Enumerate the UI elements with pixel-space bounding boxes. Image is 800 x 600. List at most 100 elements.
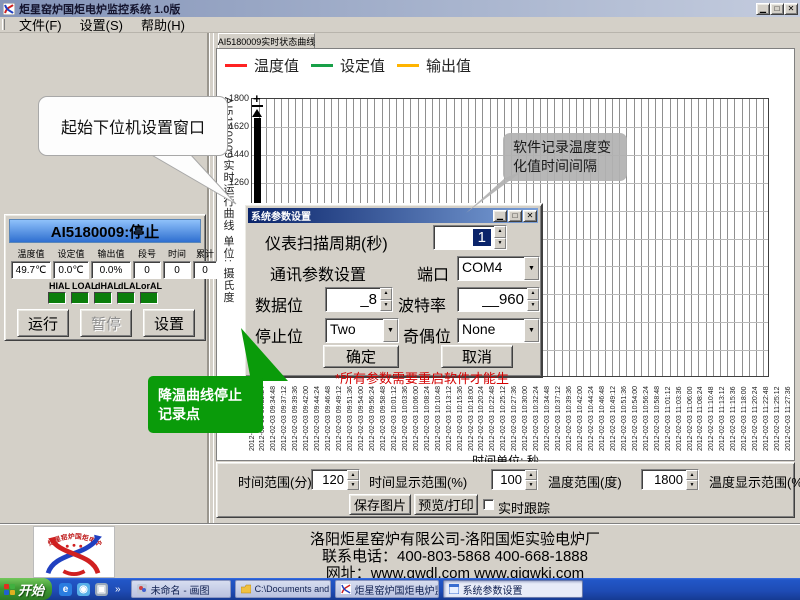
spin-up-icon[interactable]: ▲ bbox=[525, 470, 537, 480]
quick-launch-icon[interactable]: ▣ bbox=[95, 582, 108, 596]
x-tick-label: 2012-02-03 11:06:00 bbox=[686, 386, 694, 451]
preview-print-button[interactable]: 预览/打印 bbox=[414, 494, 478, 515]
field-value: 0 bbox=[193, 261, 217, 279]
menu-settings[interactable]: 设置(S) bbox=[71, 15, 132, 34]
x-tick-label: 2012-02-03 10:42:00 bbox=[577, 386, 584, 451]
y-slider-arrow-icon[interactable] bbox=[252, 109, 262, 117]
spin-down-icon[interactable]: ▼ bbox=[347, 480, 359, 490]
maximize-icon[interactable]: □ bbox=[508, 209, 522, 222]
taskbar-item-system-params[interactable]: 系统参数设置 bbox=[442, 580, 583, 598]
databits-spinner[interactable]: _8 ▲ ▼ bbox=[325, 287, 393, 312]
realtime-track-checkbox[interactable] bbox=[483, 499, 494, 510]
device-field: 输出值 0.0% bbox=[91, 247, 131, 279]
indicator-lamp bbox=[140, 292, 158, 304]
x-tick-label: 2012-02-03 09:58:48 bbox=[379, 386, 387, 451]
spin-up-icon[interactable]: ▲ bbox=[494, 226, 506, 238]
baud-label: 波特率 bbox=[398, 298, 447, 315]
close-icon[interactable]: ✕ bbox=[523, 209, 537, 222]
close-button[interactable]: ✕ bbox=[784, 2, 798, 15]
time-range-spinner[interactable]: 120 ▲ ▼ bbox=[311, 469, 360, 490]
quick-launch-icon[interactable]: ◉ bbox=[77, 582, 90, 596]
spin-up-icon[interactable]: ▲ bbox=[347, 470, 359, 480]
chevron-down-icon[interactable]: ▼ bbox=[524, 257, 539, 280]
baud-spinner[interactable]: __960 ▲ ▼ bbox=[457, 287, 540, 312]
gridline bbox=[252, 126, 768, 128]
y-zoom-plus-icon[interactable]: + bbox=[253, 91, 261, 106]
scan-period-label: 仪表扫描周期(秒) bbox=[265, 236, 388, 253]
databits-label: 数据位 bbox=[255, 298, 304, 315]
temp-display-label: 温度显示范围(% bbox=[709, 475, 800, 490]
minimize-button[interactable]: ▁ bbox=[756, 2, 770, 15]
menu-help[interactable]: 帮助(H) bbox=[132, 15, 194, 34]
window-icon bbox=[448, 584, 459, 594]
temp-range-spinner[interactable]: 1800 ▲ ▼ bbox=[641, 469, 699, 490]
run-button[interactable]: 运行 bbox=[17, 309, 69, 337]
taskbar-item-paint[interactable]: 未命名 - 画图 bbox=[130, 580, 231, 598]
spin-up-icon[interactable]: ▲ bbox=[686, 470, 698, 480]
parity-combobox[interactable]: None ▼ bbox=[457, 318, 540, 343]
setup-button[interactable]: 设置 bbox=[143, 309, 195, 337]
x-tick-label: 2012-02-03 11:25:12 bbox=[774, 386, 782, 451]
spin-down-icon[interactable]: ▼ bbox=[380, 299, 392, 311]
pause-button[interactable]: 暂停 bbox=[80, 309, 132, 337]
indicator-label: LOAL bbox=[72, 281, 97, 291]
indicator-label: orAL bbox=[141, 281, 162, 291]
chevron-down-icon[interactable]: ▼ bbox=[383, 319, 398, 342]
x-tick-label: 2012-02-03 10:54:00 bbox=[631, 386, 639, 451]
menu-file[interactable]: 文件(F) bbox=[10, 15, 71, 34]
gridline bbox=[640, 99, 642, 376]
maximize-button[interactable]: □ bbox=[770, 2, 784, 15]
legend-item-output: 输出值 bbox=[397, 55, 471, 76]
field-value: 0 bbox=[163, 261, 191, 279]
x-tick-label: 2012-02-03 10:01:12 bbox=[390, 386, 398, 451]
ok-button[interactable]: 确定 bbox=[323, 345, 399, 368]
spin-down-icon[interactable]: ▼ bbox=[686, 480, 698, 490]
gridline bbox=[720, 99, 721, 376]
x-tick-label: 2012-02-03 09:44:24 bbox=[314, 386, 322, 451]
gridline bbox=[756, 99, 757, 376]
x-tick-label: 2012-02-03 09:34:48 bbox=[270, 386, 278, 451]
internet-explorer-icon[interactable]: e bbox=[59, 582, 72, 596]
spin-up-icon[interactable]: ▲ bbox=[380, 288, 392, 300]
stopbits-combobox[interactable]: Two ▼ bbox=[325, 318, 399, 343]
spin-down-icon[interactable]: ▼ bbox=[525, 480, 537, 490]
x-tick-label: 2012-02-03 10:56:24 bbox=[642, 386, 650, 451]
scan-period-spinner[interactable]: 1 ▲ ▼ bbox=[433, 225, 507, 250]
x-tick-label: 2012-02-03 10:32:24 bbox=[533, 386, 541, 451]
x-tick-label: 2012-02-03 11:10:48 bbox=[708, 386, 716, 451]
y-scrollbar-thumb[interactable] bbox=[254, 118, 261, 204]
spin-up-icon[interactable]: ▲ bbox=[527, 288, 539, 300]
x-tick-label: 2012-02-03 10:18:00 bbox=[467, 386, 475, 451]
time-display-spinner[interactable]: 100 ▲ ▼ bbox=[491, 469, 538, 490]
menubar: 文件(F) 设置(S) 帮助(H) bbox=[0, 17, 800, 33]
comm-section-label: 通讯参数设置 bbox=[270, 267, 367, 284]
temperature-series-swatch bbox=[225, 64, 247, 67]
time-range-label: 时间范围(分) bbox=[238, 475, 312, 490]
x-tick-label: 2012-02-03 10:20:24 bbox=[478, 386, 486, 451]
minimize-icon[interactable]: ▁ bbox=[493, 209, 507, 222]
more-icons-chevron[interactable]: » bbox=[115, 584, 121, 595]
cancel-button[interactable]: 取消 bbox=[441, 345, 513, 368]
windows-logo-icon bbox=[4, 583, 15, 595]
toolbar-grip bbox=[2, 19, 5, 30]
gridline bbox=[727, 99, 729, 376]
x-tick-label: 2012-02-03 10:51:36 bbox=[620, 386, 628, 451]
start-button[interactable]: 开始 bbox=[0, 578, 52, 600]
field-value: 0.0% bbox=[91, 261, 131, 279]
taskbar-item-explorer[interactable]: C:\Documents and Se... bbox=[234, 580, 331, 598]
gridline bbox=[698, 99, 700, 376]
spin-down-icon[interactable]: ▼ bbox=[527, 299, 539, 311]
x-tick-label: 2012-02-03 10:46:48 bbox=[598, 386, 606, 451]
taskbar-item-monitor-app[interactable]: 炬星窑炉国炬电炉监... bbox=[334, 580, 439, 598]
device-status-panel: AI5180009:停止 温度值 49.7℃ 设定值 0.0℃ 输出值 0.0% 段号 0 时间… bbox=[4, 214, 217, 341]
chevron-down-icon[interactable]: ▼ bbox=[524, 319, 539, 342]
tab-realtime-curve[interactable]: AI5180009实时状态曲线 bbox=[218, 33, 315, 49]
dialog-titlebar[interactable]: 系统参数设置 ▁ □ ✕ bbox=[248, 208, 538, 223]
gridline bbox=[734, 99, 736, 376]
port-combobox[interactable]: COM4 ▼ bbox=[457, 256, 540, 281]
gridline bbox=[655, 99, 657, 376]
device-field: 温度值 49.7℃ bbox=[11, 247, 51, 279]
spin-down-icon[interactable]: ▼ bbox=[494, 237, 506, 249]
save-image-button[interactable]: 保存图片 bbox=[349, 494, 411, 515]
x-tick-label: 2012-02-03 10:13:12 bbox=[445, 386, 453, 451]
